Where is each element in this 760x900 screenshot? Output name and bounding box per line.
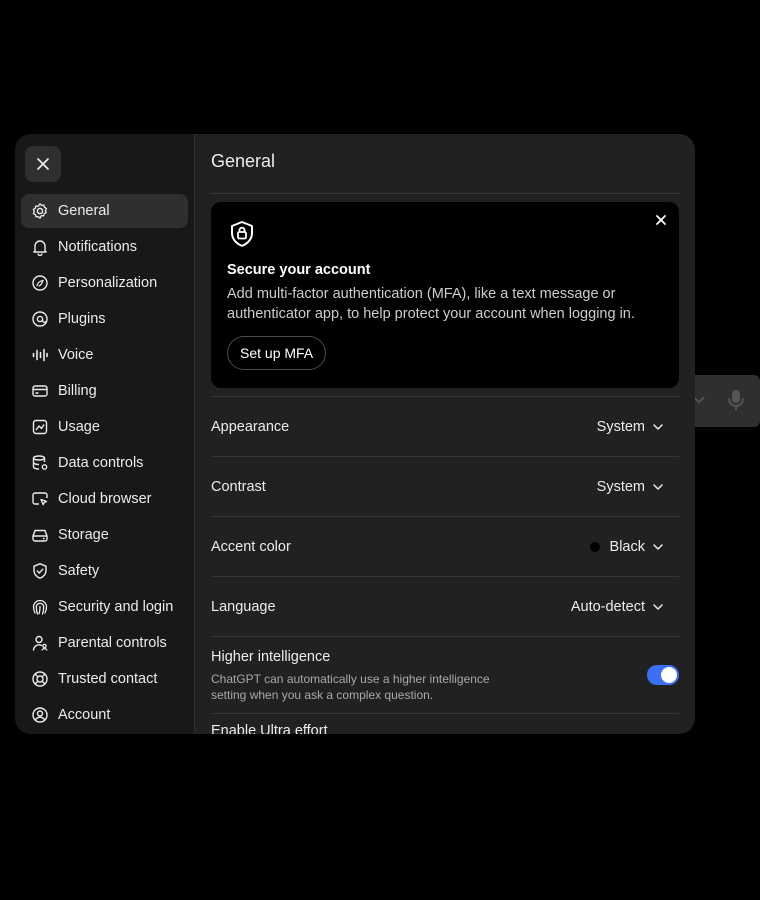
settings-sidebar: General Notifications Personalization Pl… bbox=[15, 134, 195, 734]
personalization-icon bbox=[31, 274, 49, 292]
sidebar-item-data-controls[interactable]: Data controls bbox=[21, 446, 188, 480]
chevron-down-icon bbox=[653, 424, 663, 431]
credit-card-icon bbox=[31, 382, 49, 400]
sidebar-item-trusted-contact[interactable]: Trusted contact bbox=[21, 662, 188, 696]
database-icon bbox=[31, 454, 49, 472]
sidebar-item-voice[interactable]: Voice bbox=[21, 338, 188, 372]
sidebar-item-label: Personalization bbox=[58, 275, 158, 291]
storage-icon bbox=[31, 526, 49, 544]
sidebar-item-label: Data controls bbox=[58, 455, 144, 471]
mfa-card-description: Add multi-factor authentication (MFA), l… bbox=[227, 286, 635, 322]
shield-check-icon bbox=[31, 562, 49, 580]
settings-content: General Secure your account Add multi-fa… bbox=[211, 134, 679, 734]
sidebar-item-label: Notifications bbox=[58, 239, 137, 255]
sidebar-item-security-and-login[interactable]: Security and login bbox=[21, 590, 188, 624]
gear-icon bbox=[31, 202, 49, 220]
plugins-icon bbox=[31, 310, 49, 328]
parental-icon bbox=[31, 634, 49, 652]
mfa-card-title: Secure your account bbox=[227, 262, 371, 278]
shield-lock-icon bbox=[231, 221, 253, 247]
ultra-effort-label: Enable Ultra effort bbox=[211, 723, 328, 734]
toggle-knob bbox=[661, 667, 677, 683]
sidebar-item-notifications[interactable]: Notifications bbox=[21, 230, 188, 264]
sidebar-item-plugins[interactable]: Plugins bbox=[21, 302, 188, 336]
chevron-down-icon bbox=[653, 484, 663, 491]
sidebar-item-label: Storage bbox=[58, 527, 109, 543]
accent-color-value: Black bbox=[609, 539, 645, 555]
chevron-down-icon bbox=[653, 604, 663, 611]
sidebar-item-label: Safety bbox=[58, 563, 100, 579]
fingerprint-icon bbox=[31, 598, 49, 616]
page-title: General bbox=[211, 151, 276, 171]
ultra-effort-row: Enable Ultra effort bbox=[211, 713, 679, 734]
sidebar-item-label: Cloud browser bbox=[58, 491, 152, 507]
appearance-value: System bbox=[596, 419, 645, 435]
microphone-icon bbox=[728, 390, 744, 411]
appearance-select[interactable]: System bbox=[597, 419, 665, 435]
usage-chart-icon bbox=[31, 418, 49, 436]
sidebar-item-label: Plugins bbox=[58, 311, 106, 327]
sidebar-item-label: Security and login bbox=[58, 599, 174, 615]
settings-dialog: General Notifications Personalization Pl… bbox=[15, 134, 695, 734]
title-divider bbox=[211, 193, 679, 194]
higher-intelligence-toggle[interactable] bbox=[647, 665, 679, 685]
contrast-row: Contrast System bbox=[211, 456, 679, 516]
sidebar-item-label: Voice bbox=[58, 347, 94, 363]
language-value: Auto-detect bbox=[570, 599, 645, 615]
sidebar-item-label: Account bbox=[58, 707, 111, 723]
sidebar-item-label: General bbox=[58, 203, 110, 219]
sidebar-item-general[interactable]: General bbox=[21, 194, 188, 228]
appearance-row: Appearance System bbox=[211, 396, 679, 456]
sidebar-item-usage[interactable]: Usage bbox=[21, 410, 188, 444]
sidebar-item-label: Billing bbox=[58, 383, 97, 399]
settings-nav: General Notifications Personalization Pl… bbox=[21, 194, 188, 734]
language-label: Language bbox=[211, 599, 276, 615]
close-button[interactable] bbox=[25, 146, 61, 182]
higher-intelligence-row: Higher intelligence ChatGPT can automati… bbox=[211, 636, 679, 714]
accent-color-select[interactable]: Black bbox=[589, 539, 665, 555]
sidebar-item-label: Trusted contact bbox=[58, 671, 158, 687]
contrast-label: Contrast bbox=[211, 479, 266, 495]
bell-icon bbox=[31, 238, 49, 256]
sidebar-item-personalization[interactable]: Personalization bbox=[21, 266, 188, 300]
lifebuoy-icon bbox=[31, 670, 49, 688]
sidebar-item-billing[interactable]: Billing bbox=[21, 374, 188, 408]
close-icon bbox=[37, 158, 49, 170]
sidebar-item-label: Usage bbox=[58, 419, 100, 435]
sidebar-item-parental-controls[interactable]: Parental controls bbox=[21, 626, 188, 660]
sidebar-item-safety[interactable]: Safety bbox=[21, 554, 188, 588]
accent-color-label: Accent color bbox=[211, 539, 291, 555]
sidebar-item-account[interactable]: Account bbox=[21, 698, 188, 732]
appearance-label: Appearance bbox=[211, 419, 290, 435]
mfa-card: Secure your account Add multi-factor aut… bbox=[211, 202, 679, 388]
accent-color-row: Accent color Black bbox=[211, 516, 679, 576]
higher-intelligence-description: ChatGPT can automatically use a higher i… bbox=[211, 672, 490, 702]
higher-intelligence-label: Higher intelligence bbox=[211, 649, 331, 665]
language-row: Language Auto-detect bbox=[211, 576, 679, 636]
dismiss-mfa-close-icon[interactable] bbox=[653, 212, 669, 228]
accent-color-swatch bbox=[589, 542, 600, 552]
sidebar-item-label: Parental controls bbox=[58, 635, 167, 651]
chevron-down-icon bbox=[653, 544, 663, 551]
sidebar-item-cloud-browser[interactable]: Cloud browser bbox=[21, 482, 188, 516]
cloud-browser-icon bbox=[31, 490, 49, 508]
language-select[interactable]: Auto-detect bbox=[571, 599, 665, 615]
user-circle-icon bbox=[31, 706, 49, 724]
contrast-value: System bbox=[596, 479, 645, 495]
set-up-mfa-button[interactable]: Set up MFA bbox=[227, 336, 327, 370]
voice-waveform-icon bbox=[31, 346, 49, 364]
sidebar-item-storage[interactable]: Storage bbox=[21, 518, 188, 552]
contrast-select[interactable]: System bbox=[597, 479, 665, 495]
